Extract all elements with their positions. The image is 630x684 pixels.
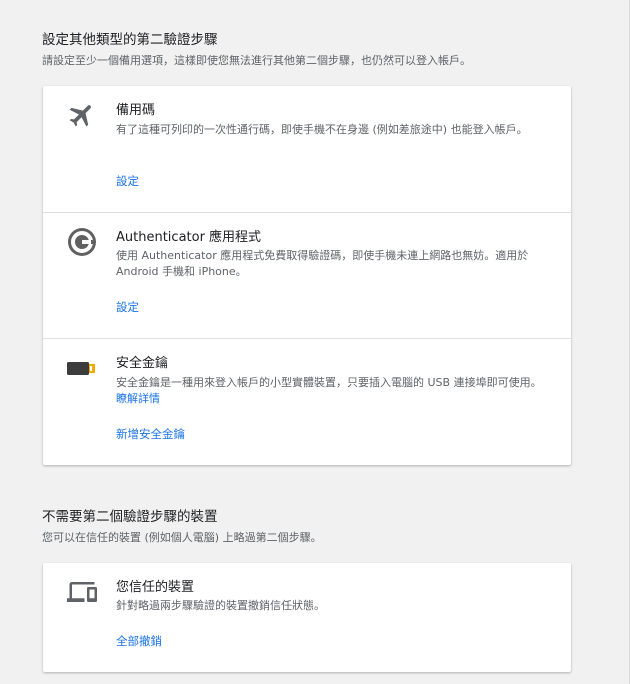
setup-backup-codes-link[interactable]: 設定 <box>116 173 139 189</box>
method-title: 備用碼 <box>116 103 156 118</box>
trusted-devices-card: 您信任的裝置 針對略過兩步驟驗證的裝置撤銷信任狀態。 全部撤銷 <box>43 563 571 672</box>
devices-icon <box>67 577 97 607</box>
authenticator-icon <box>67 227 97 257</box>
learn-more-link[interactable]: 瞭解詳情 <box>116 392 160 405</box>
method-row-backup-codes: 備用碼 有了這種可列印的一次性通行碼，即使手機不在身邊 (例如差旅途中) 也能登… <box>43 86 571 212</box>
revoke-all-link[interactable]: 全部撤銷 <box>116 633 162 649</box>
method-title: Authenticator 應用程式 <box>116 230 262 245</box>
method-description: 有了這種可列印的一次性通行碼，即使手機不在身邊 (例如差旅途中) 也能登入帳戶。 <box>116 123 528 136</box>
second-step-methods-card: 備用碼 有了這種可列印的一次性通行碼，即使手機不在身邊 (例如差旅途中) 也能登… <box>43 86 571 465</box>
trusted-devices-description: 針對略過兩步驟驗證的裝置撤銷信任狀態。 <box>116 599 325 612</box>
trusted-devices-row: 您信任的裝置 針對略過兩步驟驗證的裝置撤銷信任狀態。 全部撤銷 <box>43 563 571 672</box>
method-title: 安全金鑰 <box>116 356 169 371</box>
method-description: 使用 Authenticator 應用程式免費取得驗證碼，即使手機未連上網路也無… <box>116 249 529 278</box>
method-description-text: 安全金鑰是一種用來登入帳戶的小型實體裝置，只要插入電腦的 USB 連接埠即可使用… <box>116 376 542 389</box>
airplane-icon <box>67 100 97 130</box>
method-row-security-key: 安全金鑰 安全金鑰是一種用來登入帳戶的小型實體裝置，只要插入電腦的 USB 連接… <box>43 338 571 466</box>
setup-authenticator-link[interactable]: 設定 <box>116 299 139 315</box>
method-description: 安全金鑰是一種用來登入帳戶的小型實體裝置，只要插入電腦的 USB 連接埠即可使用… <box>116 375 546 407</box>
section-title-other-methods: 設定其他類型的第二驗證步驟 <box>42 32 218 48</box>
trusted-devices-title: 您信任的裝置 <box>116 580 195 595</box>
section-title-trusted-devices: 不需要第二個驗證步驟的裝置 <box>42 509 218 525</box>
security-key-icon <box>67 353 97 383</box>
section-description-other-methods: 請設定至少一個備用選項，這樣即使您無法進行其他第二個步驟，也仍然可以登入帳戶。 <box>42 54 471 67</box>
add-security-key-link[interactable]: 新增安全金鑰 <box>116 426 185 442</box>
method-row-authenticator: Authenticator 應用程式 使用 Authenticator 應用程式… <box>43 212 571 338</box>
section-description-trusted-devices: 您可以在信任的裝置 (例如個人電腦) 上略過第二個步驟。 <box>42 531 322 544</box>
